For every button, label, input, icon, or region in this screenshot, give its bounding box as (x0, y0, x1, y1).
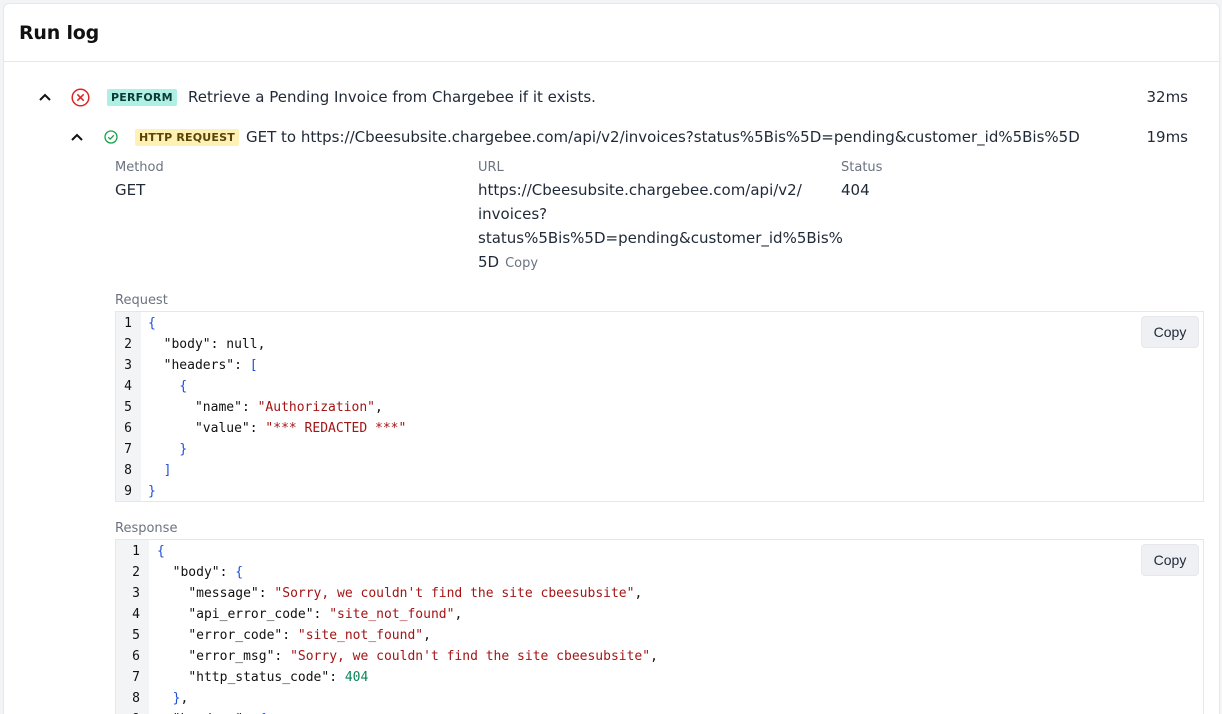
code-text: { (157, 544, 165, 559)
line-number: 4 (124, 379, 132, 394)
line-number: 2 (124, 337, 132, 352)
code-text: { (148, 316, 156, 331)
perform-step-text[interactable]: Retrieve a Pending Invoice from Chargebe… (188, 88, 596, 106)
method-value: GET (115, 181, 146, 199)
code-line: 5 "error_code": "site_not_found", (116, 625, 1203, 646)
code-text: "error_msg": "Sorry, we couldn't find th… (188, 649, 658, 664)
chevron-up-icon[interactable] (69, 129, 85, 145)
status-label: Status (841, 160, 883, 175)
url-line: 5D (478, 253, 500, 271)
code-line: 8 ] (116, 460, 1203, 481)
status-value: 404 (841, 181, 870, 199)
code-line: 5 "name": "Authorization", (116, 397, 1203, 418)
line-number: 6 (124, 421, 132, 436)
code-line: 4 "api_error_code": "site_not_found", (116, 604, 1203, 625)
code-text: { (179, 379, 188, 394)
url-line-last: 5D Copy (478, 250, 843, 276)
code-line: 9} (116, 481, 1203, 501)
line-number: 9 (116, 709, 140, 714)
line-number: 7 (124, 442, 132, 457)
code-text: "api_error_code": "site_not_found", (188, 607, 463, 622)
line-number: 5 (124, 400, 132, 415)
code-line: 6 "value": "*** REDACTED ***" (116, 418, 1203, 439)
code-line: 8 }, (116, 688, 1203, 709)
response-code-editor[interactable]: Copy 1{2 "body": {3 "message": "Sorry, w… (115, 539, 1204, 714)
chevron-up-icon[interactable] (37, 89, 53, 105)
code-text: "body": null, (163, 337, 266, 352)
code-line: 4 { (116, 376, 1203, 397)
code-line: 3 "headers": [ (116, 355, 1203, 376)
code-line: 3 "message": "Sorry, we couldn't find th… (116, 583, 1203, 604)
code-text: "headers": { (157, 709, 267, 714)
http-duration: 19ms (1146, 128, 1188, 146)
line-number: 8 (124, 463, 132, 478)
method-label: Method (115, 160, 164, 175)
line-number: 8 (132, 691, 140, 706)
http-request-badge: HTTP REQUEST (135, 129, 239, 146)
perform-badge: PERFORM (107, 89, 177, 106)
line-number: 4 (132, 607, 140, 622)
line-number: 7 (132, 670, 140, 685)
code-text: }, (172, 691, 189, 706)
line-number: 1 (124, 316, 132, 331)
line-number: 2 (132, 565, 140, 580)
code-line: 9 "headers": { (116, 709, 1203, 714)
code-line: 1{ (116, 541, 1203, 562)
response-label: Response (115, 521, 178, 536)
url-line: https://Cbeesubsite.chargebee.com/api/v2… (478, 181, 802, 199)
http-step-text[interactable]: GET to https://Cbeesubsite.chargebee.com… (246, 128, 1080, 146)
url-line: invoices? (478, 205, 548, 223)
code-text: ] (163, 463, 172, 478)
success-circle-icon (104, 130, 118, 144)
code-line: 2 "body": { (116, 562, 1203, 583)
line-number: 3 (132, 586, 140, 601)
code-line: 6 "error_msg": "Sorry, we couldn't find … (116, 646, 1203, 667)
code-text: "value": "*** REDACTED ***" (194, 421, 407, 436)
line-number: 9 (124, 484, 132, 499)
code-text: "body": { (172, 565, 244, 580)
request-label: Request (115, 293, 168, 308)
url-line: status%5Bis%5D=pending&customer_id%5Bis% (478, 229, 843, 247)
request-code-editor[interactable]: Copy 1{2 "body": null, 3 "headers": [4 {5… (115, 311, 1204, 502)
code-line: 7 } (116, 439, 1203, 460)
error-circle-icon (71, 88, 90, 107)
url-label: URL (478, 160, 504, 175)
line-number: 3 (124, 358, 132, 373)
code-line: 2 "body": null, (116, 334, 1203, 355)
code-text: } (179, 442, 188, 457)
code-line: 7 "http_status_code": 404 (116, 667, 1203, 688)
perform-duration: 32ms (1146, 88, 1188, 106)
code-text: "name": "Authorization", (194, 400, 383, 415)
line-number: 5 (132, 628, 140, 643)
code-line: 1{ (116, 313, 1203, 334)
code-text: "error_code": "site_not_found", (188, 628, 431, 643)
copy-url-link[interactable]: Copy (505, 256, 538, 271)
code-text: "headers": [ (163, 358, 258, 373)
page-title: Run log (19, 21, 100, 44)
line-number: 6 (132, 649, 140, 664)
line-number: 1 (132, 544, 140, 559)
url-value: https://Cbeesubsite.chargebee.com/api/v2… (478, 178, 843, 276)
panel-header: Run log (4, 4, 1219, 62)
code-text: } (148, 484, 156, 499)
code-text: "http_status_code": 404 (188, 670, 369, 685)
code-text: "message": "Sorry, we couldn't find the … (188, 586, 643, 601)
